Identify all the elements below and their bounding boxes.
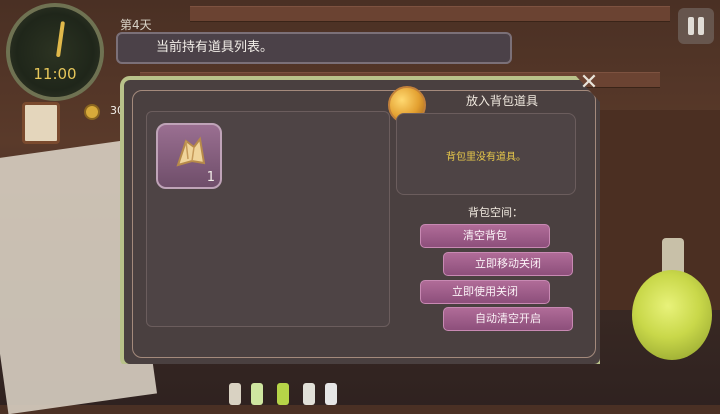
background-bottle [325, 383, 337, 405]
item-count: 1 [206, 170, 215, 185]
clock-hand [56, 21, 65, 58]
message-text: 当前持有道具列表。 [156, 40, 274, 55]
move-close-button[interactable]: 立即移动关闭 [443, 252, 573, 276]
clear-bag-button[interactable]: 清空背包 [420, 224, 550, 248]
scroll-map-icon [176, 136, 206, 167]
close-icon[interactable]: ✕ [578, 72, 600, 94]
auto-clear-button[interactable]: 自动清空开启 [443, 307, 573, 331]
day-label: 第4天 [120, 18, 152, 32]
put-in-title: 放入背包道具 [466, 94, 539, 108]
use-close-button[interactable]: 立即使用关闭 [420, 280, 550, 304]
journal-icon[interactable] [22, 102, 60, 144]
clock-time: 11:00 [33, 65, 77, 83]
item-slot[interactable]: 1 [156, 123, 222, 189]
background-flask [632, 270, 712, 360]
background-bottles [225, 375, 355, 405]
pause-icon [688, 17, 694, 35]
put-in-panel: 背包里没有道具。 [396, 113, 576, 195]
pause-button[interactable] [678, 8, 714, 44]
empty-bag-message: 背包里没有道具。 [446, 152, 526, 163]
coin-icon [84, 104, 100, 120]
background-plank [190, 6, 670, 22]
background-bottle [303, 383, 315, 405]
background-bottle [229, 383, 241, 405]
message-bar: 当前持有道具列表。 [116, 32, 512, 64]
background-bottle [277, 383, 289, 405]
background-bottle [251, 383, 263, 405]
pause-icon [698, 17, 704, 35]
day-clock: 11:00 [6, 3, 104, 101]
bag-space-label: 背包空间： [468, 206, 523, 219]
